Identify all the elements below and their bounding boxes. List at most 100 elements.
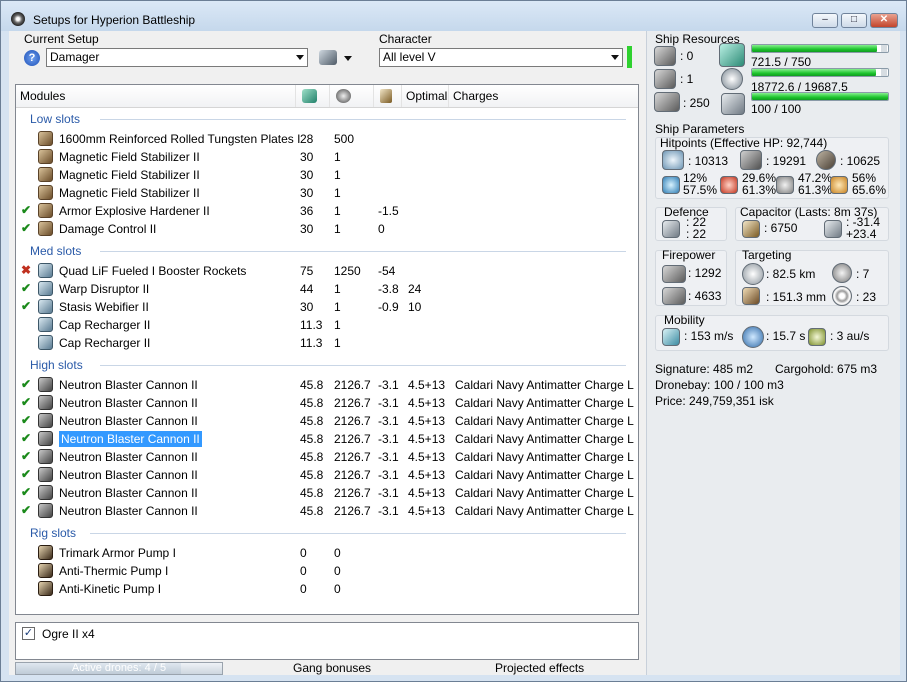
help-icon[interactable]: ? <box>24 50 40 66</box>
module-cpu: 45.8 <box>300 468 324 482</box>
em-resist-icon <box>662 176 680 194</box>
module-row[interactable]: ✔ Neutron Blaster Cannon II 45.8 2126.7 -3.1… <box>17 502 637 520</box>
module-cpu: 30 <box>300 186 314 200</box>
column-cpu[interactable] <box>296 85 330 107</box>
drone-checkbox[interactable]: ✓ <box>22 627 35 640</box>
character-dropdown[interactable]: All level V <box>379 48 623 67</box>
column-powergrid[interactable] <box>330 85 374 107</box>
online-check-icon[interactable] <box>21 564 33 576</box>
explosive-resist: 56% 65.6% <box>852 172 886 196</box>
online-check-icon[interactable]: ✔ <box>21 468 33 480</box>
module-name: Neutron Blaster Cannon II <box>59 414 198 428</box>
offline-icon[interactable]: ✖ <box>21 264 33 276</box>
module-row[interactable]: ✖ Quad LiF Fueled I Booster Rockets 75 1250… <box>17 262 637 280</box>
defence-group: Defence : 22: 22 <box>655 205 727 241</box>
powergrid-icon <box>721 68 743 90</box>
scan-resolution-icon <box>742 287 760 305</box>
online-check-icon[interactable] <box>21 150 33 162</box>
em-resist-armor: 57.5% <box>683 183 718 197</box>
online-check-icon[interactable]: ✔ <box>21 396 33 408</box>
modules-header: Modules Optimal Charges <box>16 85 638 108</box>
module-row[interactable]: ✔ Neutron Blaster Cannon II 45.8 2126.7 -3.1… <box>17 484 637 502</box>
module-row[interactable]: ✔ Damage Control II 30 1 0 <box>17 220 637 238</box>
module-row[interactable]: ✔ Neutron Blaster Cannon II 45.8 2126.7 -3.1… <box>17 448 637 466</box>
module-icon <box>38 263 53 278</box>
cpu-icon <box>719 43 745 67</box>
module-powergrid: 1 <box>334 186 341 200</box>
online-check-icon[interactable]: ✔ <box>21 222 33 234</box>
online-check-icon[interactable]: ✔ <box>21 282 33 294</box>
tab-gang-bonuses[interactable]: Gang bonuses <box>293 661 371 675</box>
module-name: Neutron Blaster Cannon II <box>59 468 198 482</box>
thermal-resist-icon <box>720 176 738 194</box>
setup-menu-button[interactable] <box>319 49 355 67</box>
module-row[interactable]: ✔ Stasis Webifier II 30 1 -0.9 10 <box>17 298 637 316</box>
module-row[interactable]: ✔ Neutron Blaster Cannon II 45.8 2126.7 -3.1… <box>17 412 637 430</box>
minimize-button[interactable]: – <box>812 13 838 28</box>
column-modules[interactable]: Modules <box>16 85 296 107</box>
module-row[interactable]: Magnetic Field Stabilizer II 30 1 <box>17 184 637 202</box>
module-powergrid: 1 <box>334 222 341 236</box>
module-row[interactable]: Magnetic Field Stabilizer II 30 1 <box>17 166 637 184</box>
online-check-icon[interactable] <box>21 336 33 348</box>
module-row[interactable]: Trimark Armor Pump I 0 0 <box>17 544 637 562</box>
module-row[interactable]: ✔ Neutron Blaster Cannon II 45.8 2126.7 -3.1… <box>17 394 637 412</box>
module-row[interactable]: Anti-Thermic Pump I 0 0 <box>17 562 637 580</box>
online-check-icon[interactable]: ✔ <box>21 414 33 426</box>
module-icon <box>38 281 53 296</box>
module-name: Cap Recharger II <box>59 336 151 350</box>
online-check-icon[interactable] <box>21 318 33 330</box>
module-optimal: 4.5+13 <box>408 414 446 428</box>
chevron-down-icon <box>611 55 619 60</box>
module-name: Anti-Kinetic Pump I <box>59 582 162 596</box>
drone-label: Ogre II x4 <box>42 627 95 641</box>
module-powergrid: 0 <box>334 582 341 596</box>
module-row[interactable]: ✔ Armor Explosive Hardener II 36 1 -1.5 <box>17 202 637 220</box>
modules-list[interactable]: Modules Optimal Charges Low slots 1600mm… <box>15 84 639 615</box>
online-check-icon[interactable]: ✔ <box>21 432 33 444</box>
module-row[interactable]: Cap Recharger II 11.3 1 <box>17 316 637 334</box>
active-drones-bar[interactable]: Active drones: 4 / 5 <box>15 662 223 675</box>
column-charges[interactable]: Charges <box>449 85 638 107</box>
online-check-icon[interactable]: ✔ <box>21 378 33 390</box>
column-capacitor[interactable] <box>374 85 402 107</box>
hitpoints-group: Hitpoints (Effective HP: 92,744) : 10313… <box>655 136 889 199</box>
module-row[interactable]: ✔ Neutron Blaster Cannon II 45.8 2126.7 -3.1… <box>17 430 637 448</box>
online-check-icon[interactable] <box>21 582 33 594</box>
align-time: : 15.7 s <box>766 329 806 343</box>
module-row[interactable]: ✔ Neutron Blaster Cannon II 45.8 2126.7 -3.1… <box>17 376 637 394</box>
close-button[interactable]: ✕ <box>870 13 898 28</box>
online-check-icon[interactable] <box>21 132 33 144</box>
maximize-button[interactable]: □ <box>841 13 867 28</box>
online-check-icon[interactable]: ✔ <box>21 504 33 516</box>
module-icon <box>38 581 53 596</box>
tab-projected-effects[interactable]: Projected effects <box>495 661 584 675</box>
module-capacitor: -54 <box>378 264 396 278</box>
module-cpu: 45.8 <box>300 378 324 392</box>
module-optimal: 4.5+13 <box>408 450 446 464</box>
online-check-icon[interactable] <box>21 168 33 180</box>
section-divider <box>100 365 626 366</box>
module-row[interactable]: ✔ Neutron Blaster Cannon II 45.8 2126.7 -3.1… <box>17 466 637 484</box>
module-cpu: 30 <box>300 300 314 314</box>
column-optimal[interactable]: Optimal <box>402 85 449 107</box>
module-row[interactable]: 1600mm Reinforced Rolled Tungsten Plates… <box>17 130 637 148</box>
price: Price: 249,759,351 isk <box>655 394 774 408</box>
online-check-icon[interactable] <box>21 186 33 198</box>
module-icon <box>38 299 53 314</box>
module-row[interactable]: ✔ Warp Disruptor II 44 1 -3.8 24 <box>17 280 637 298</box>
section-divider <box>100 119 626 120</box>
online-check-icon[interactable] <box>21 546 33 558</box>
module-row[interactable]: Anti-Kinetic Pump I 0 0 <box>17 580 637 598</box>
online-check-icon[interactable]: ✔ <box>21 450 33 462</box>
cpu-icon <box>302 89 317 103</box>
online-check-icon[interactable]: ✔ <box>21 204 33 216</box>
online-check-icon[interactable]: ✔ <box>21 486 33 498</box>
setup-dropdown[interactable]: Damager <box>46 48 308 67</box>
module-cpu: 75 <box>300 264 314 278</box>
volley-value: : 4633 <box>688 289 722 303</box>
module-row[interactable]: Cap Recharger II 11.3 1 <box>17 334 637 352</box>
title-bar[interactable]: Setups for Hyperion Battleship – □ ✕ <box>1 1 906 31</box>
online-check-icon[interactable]: ✔ <box>21 300 33 312</box>
module-row[interactable]: Magnetic Field Stabilizer II 30 1 <box>17 148 637 166</box>
